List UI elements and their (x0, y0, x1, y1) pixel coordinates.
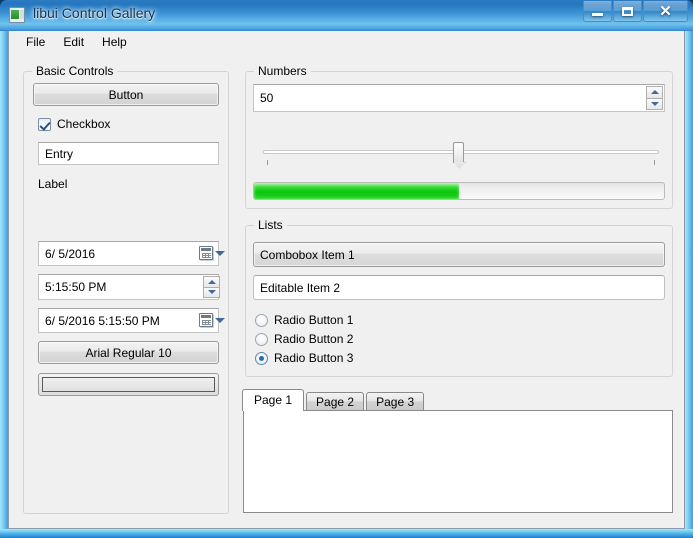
radio-button-2[interactable]: Radio Button 2 (255, 332, 353, 346)
time-picker-spinner[interactable] (203, 276, 220, 298)
button-basic[interactable]: Button (33, 83, 219, 106)
spinbox-spinner[interactable] (646, 86, 663, 110)
calendar-icon-datetime (199, 313, 213, 327)
group-basic-controls-title: Basic Controls (32, 64, 117, 78)
date-picker[interactable]: 6/ 5/2016 (38, 241, 219, 266)
color-button[interactable] (38, 373, 219, 396)
maximize-button[interactable] (613, 1, 642, 22)
window-frame-left (0, 31, 8, 538)
spinbox-up-button[interactable] (646, 86, 663, 99)
close-button[interactable]: ✕ (643, 1, 688, 22)
progress-bar (253, 182, 665, 200)
group-lists-title: Lists (254, 218, 287, 232)
slider[interactable] (263, 142, 659, 168)
group-numbers-title: Numbers (254, 64, 311, 78)
tab-page-2[interactable]: Page 2 (306, 392, 364, 411)
radio-button-1-label: Radio Button 1 (274, 313, 353, 327)
minimize-icon (584, 1, 611, 21)
radio-circle-icon-1 (255, 314, 268, 327)
checkbox-basic[interactable]: Checkbox (38, 117, 110, 131)
time-picker[interactable]: 5:15:50 PM (38, 274, 219, 300)
tab-page-content (243, 410, 673, 513)
window-frame-bottom (0, 529, 693, 538)
tab-control: Page 1 Page 2 Page 3 (243, 389, 673, 513)
chevron-down-icon-date[interactable] (215, 251, 225, 256)
menu-item-file[interactable]: File (17, 32, 54, 52)
slider-thumb[interactable] (453, 142, 464, 163)
tab-strip: Page 1 Page 2 Page 3 (243, 389, 426, 411)
time-spin-down-button[interactable] (203, 288, 220, 299)
chevron-down-icon-datetime[interactable] (215, 318, 225, 323)
radio-circle-icon-2 (255, 333, 268, 346)
tab-page-1[interactable]: Page 1 (242, 389, 304, 411)
close-icon: ✕ (644, 1, 687, 21)
client-area: File Edit Help Basic Controls Button Che… (8, 31, 685, 529)
static-label: Label (38, 177, 67, 191)
menu-item-edit[interactable]: Edit (54, 32, 93, 52)
calendar-icon-date (199, 246, 213, 260)
window-controls: ✕ (582, 1, 688, 22)
app-window-icon (9, 7, 25, 23)
radio-button-3-label: Radio Button 3 (274, 351, 353, 365)
checkbox-label: Checkbox (57, 117, 110, 131)
slider-tick-max (654, 160, 655, 165)
maximize-icon (614, 1, 641, 21)
radio-button-3[interactable]: Radio Button 3 (255, 351, 353, 365)
editable-combobox[interactable]: Editable Item 2 (253, 275, 665, 300)
font-button[interactable]: Arial Regular 10 (38, 341, 219, 364)
title-bar[interactable]: libui Control Gallery ✕ (0, 0, 693, 31)
combobox[interactable]: Combobox Item 1 (253, 242, 665, 267)
checkbox-box-icon (38, 118, 51, 131)
datetime-picker[interactable]: 6/ 5/2016 5:15:50 PM (38, 308, 219, 333)
slider-tick-min (267, 160, 268, 165)
window-title: libui Control Gallery (33, 5, 155, 21)
menu-item-help[interactable]: Help (93, 32, 136, 52)
menu-bar: File Edit Help (9, 31, 684, 53)
color-swatch (42, 377, 215, 392)
radio-circle-icon-3 (255, 352, 268, 365)
minimize-button[interactable] (583, 1, 612, 22)
progress-bar-fill (254, 183, 459, 199)
radio-button-1[interactable]: Radio Button 1 (255, 313, 353, 327)
window-frame-right (685, 31, 693, 538)
spinbox-input[interactable]: 50 (253, 84, 665, 112)
application-window: libui Control Gallery ✕ File Edit Help B… (0, 0, 693, 538)
time-spin-up-button[interactable] (203, 276, 220, 288)
entry-input[interactable]: Entry (38, 142, 219, 165)
spinbox-down-button[interactable] (646, 99, 663, 111)
tab-page-3[interactable]: Page 3 (366, 392, 424, 411)
window-title-text: libui Control Gallery (33, 5, 155, 21)
radio-button-2-label: Radio Button 2 (274, 332, 353, 346)
